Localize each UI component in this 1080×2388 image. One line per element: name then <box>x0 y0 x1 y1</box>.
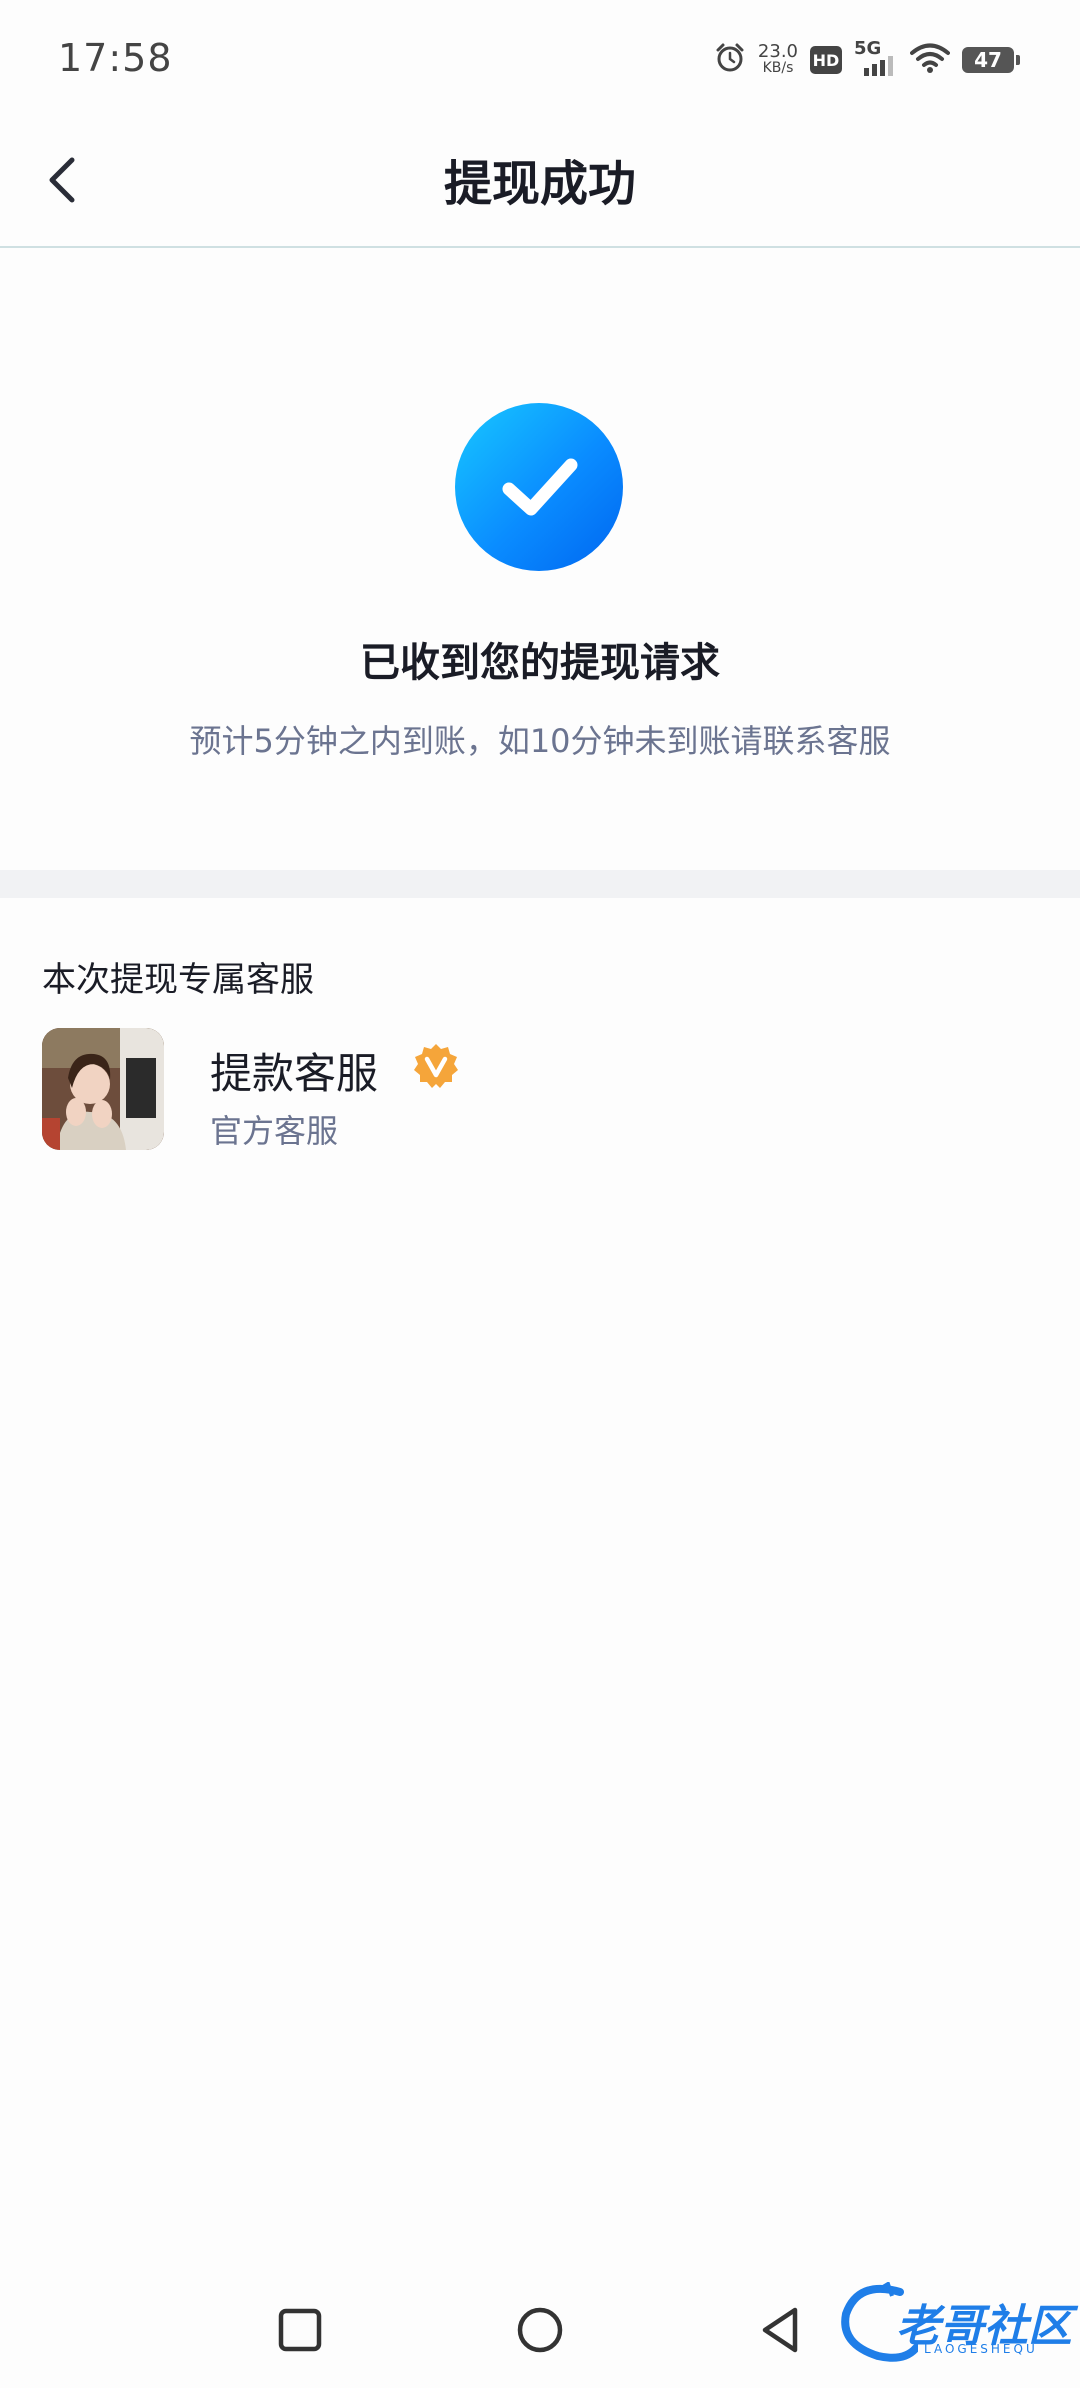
section-title: 本次提现专属客服 <box>42 960 314 1000</box>
status-time: 17:58 <box>58 36 173 80</box>
watermark-logo: 老哥社区 LAOGESHEQU <box>838 2280 1072 2370</box>
status-icons: 23.0 KB/s HD 5G 47 <box>714 38 1020 82</box>
back-nav-button[interactable] <box>748 2298 812 2362</box>
service-name: 提款客服 <box>210 1049 379 1098</box>
navigation-bar: 老哥社区 LAOGESHEQU <box>0 2270 1080 2388</box>
home-button[interactable] <box>508 2298 572 2362</box>
wifi-icon <box>910 42 950 78</box>
service-card[interactable]: 提款客服 官方客服 <box>42 1028 1042 1152</box>
service-description: 官方客服 <box>210 1112 339 1150</box>
net-speed-value: 23.0 <box>757 41 798 62</box>
recents-button[interactable] <box>268 2298 332 2362</box>
watermark-subtext: LAOGESHEQU <box>924 2342 1038 2356</box>
home-circle-icon <box>517 2307 563 2353</box>
hd-icon: HD <box>810 46 842 74</box>
success-title: 已收到您的提现请求 <box>360 640 720 686</box>
page-title: 提现成功 <box>443 156 636 212</box>
alarm-icon <box>714 42 746 78</box>
battery-icon: 47 <box>962 47 1020 73</box>
section-divider <box>0 870 1080 898</box>
battery-level: 47 <box>974 48 1002 72</box>
back-triangle-icon <box>762 2307 798 2353</box>
signal-5g-icon: 5G <box>854 38 898 78</box>
success-subtitle: 预计5分钟之内到账，如10分钟未到账请联系客服 <box>189 722 891 760</box>
verified-v-icon <box>412 1042 460 1090</box>
header: 提现成功 <box>0 118 1080 248</box>
recents-square-icon <box>278 2308 322 2352</box>
net-speed-unit: KB/s <box>762 60 794 76</box>
net-speed: 23.0 KB/s <box>758 43 798 77</box>
success-panel: 已收到您的提现请求 预计5分钟之内到账，如10分钟未到账请联系客服 <box>0 248 1080 870</box>
status-bar: 17:58 23.0 KB/s HD 5G 47 <box>0 0 1080 118</box>
check-circle-icon <box>455 403 623 571</box>
avatar[interactable] <box>42 1028 164 1150</box>
hd-label: HD <box>812 50 840 70</box>
withdraw-success-page: 17:58 23.0 KB/s HD 5G 47 提现成功 已收到您的提现请求 … <box>0 0 1080 2388</box>
